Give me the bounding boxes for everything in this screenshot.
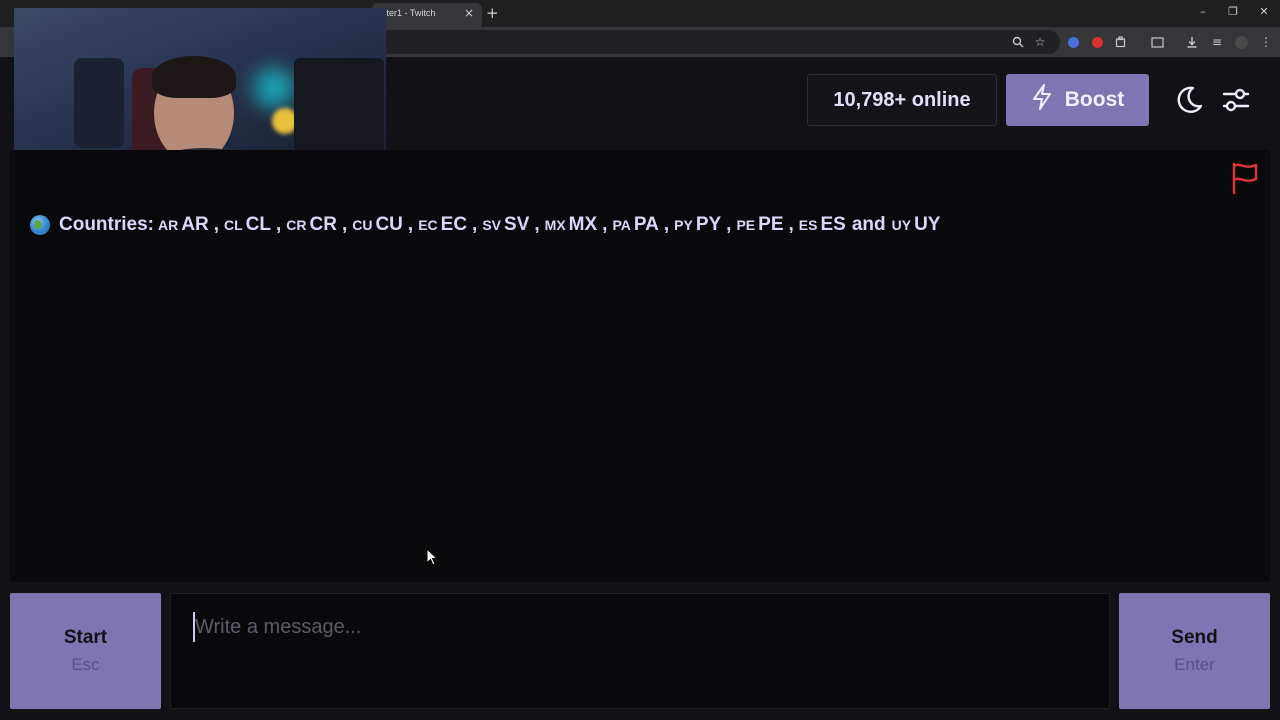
extension-icon[interactable]: [1065, 34, 1081, 50]
country-flag-icon: ES: [798, 217, 818, 233]
country-separator: ,: [726, 214, 732, 235]
puzzle-icon[interactable]: [1113, 34, 1129, 50]
country-code: AR: [181, 214, 209, 235]
country-flag-icon: PA: [612, 217, 631, 233]
lightning-icon: [1031, 84, 1053, 116]
country-flag-icon: CL: [223, 217, 243, 233]
boost-button[interactable]: Boost: [1006, 74, 1149, 126]
country-code: PA: [633, 214, 659, 235]
tab-title: ster1 - Twitch: [382, 8, 436, 18]
kebab-menu-icon[interactable]: ⋮: [1258, 34, 1274, 50]
country-flag-icon: CR: [286, 217, 307, 233]
minimize-button[interactable]: –: [1196, 5, 1210, 18]
online-count-text: 10,798+ online: [833, 88, 971, 111]
boost-label: Boost: [1064, 88, 1125, 111]
country-separator: ,: [213, 214, 219, 235]
country-item: PY PY: [674, 214, 721, 236]
country-flag-icon: AR: [158, 217, 179, 233]
send-button[interactable]: Send Enter: [1119, 593, 1270, 709]
country-code: PE: [758, 214, 784, 235]
country-code: SV: [504, 214, 530, 235]
country-flag-icon: PY: [674, 217, 693, 233]
country-item: ES ES: [799, 214, 846, 236]
online-count-badge: 10,798+ online: [807, 74, 997, 126]
new-tab-button[interactable]: +: [486, 4, 499, 22]
country-code: MX: [568, 214, 598, 235]
countries-label: Countries:: [59, 214, 154, 235]
country-item: AR AR: [158, 214, 209, 236]
send-label: Send: [1171, 627, 1218, 648]
moon-icon[interactable]: [1173, 84, 1205, 116]
send-shortcut: Enter: [1174, 655, 1215, 674]
country-separator: ,: [663, 214, 670, 235]
profile-avatar-icon[interactable]: [1233, 34, 1249, 50]
country-flag-icon: EC: [418, 217, 438, 233]
country-item: CL CL: [224, 214, 271, 236]
browser-tab[interactable]: ster1 - Twitch ×: [372, 3, 482, 27]
report-flag-icon[interactable]: [1230, 160, 1260, 196]
country-flag-icon: PE: [736, 217, 756, 233]
message-input[interactable]: [193, 612, 1073, 642]
country-code: CL: [245, 214, 271, 235]
country-code: ES: [820, 214, 846, 235]
chat-panel: Countries: AR AR, CL CL, CR CR, CU CU, EC EC, SV SV…: [10, 150, 1270, 582]
country-flag-icon: MX: [544, 217, 566, 233]
country-flag-icon: SV: [482, 217, 502, 233]
country-separator: ,: [788, 214, 794, 235]
country-list: AR AR, CL CL, CR CR, CU CU, EC EC, SV SV, MX MX, PA PA,…: [158, 214, 940, 236]
extension-icon[interactable]: [1089, 34, 1105, 50]
download-icon[interactable]: [1184, 34, 1200, 50]
zoom-icon[interactable]: [1010, 34, 1026, 50]
country-flag-icon: CU: [352, 217, 373, 233]
cast-icon[interactable]: [1149, 34, 1165, 50]
countries-line: Countries: AR AR, CL CL, CR CR, CU CU, EC EC, SV SV…: [30, 214, 940, 236]
country-separator: ,: [407, 214, 414, 235]
country-separator: ,: [275, 214, 282, 235]
start-shortcut: Esc: [71, 655, 100, 674]
globe-icon: [30, 215, 50, 235]
country-separator: ,: [534, 214, 540, 235]
start-label: Start: [63, 627, 108, 648]
country-flag-icon: UY: [891, 217, 912, 233]
media-icon[interactable]: ≡: [1209, 34, 1225, 50]
country-item: MX MX: [545, 214, 598, 236]
country-code: EC: [440, 214, 468, 235]
tab-close-icon[interactable]: ×: [464, 6, 474, 20]
country-separator: ,: [341, 214, 348, 235]
country-separator: ,: [602, 214, 608, 235]
country-item: CU CU: [352, 214, 403, 236]
country-item: UY UY: [892, 214, 941, 236]
message-box[interactable]: [170, 593, 1110, 709]
mouse-cursor-icon: [426, 548, 439, 566]
country-item: EC EC: [418, 214, 467, 236]
country-item: CR CR: [286, 214, 337, 236]
country-item: SV SV: [482, 214, 529, 236]
start-button[interactable]: Start Esc: [10, 593, 161, 709]
country-separator: ,: [472, 214, 478, 235]
country-code: UY: [914, 214, 941, 235]
bookmark-star-icon[interactable]: ☆: [1032, 34, 1048, 50]
sliders-icon[interactable]: [1220, 84, 1252, 116]
country-item: PE PE: [736, 214, 783, 236]
restore-button[interactable]: ❐: [1226, 5, 1240, 18]
close-window-button[interactable]: ✕: [1257, 5, 1271, 18]
country-item: PA PA: [612, 214, 658, 236]
country-code: CR: [309, 214, 337, 235]
country-code: CU: [375, 214, 403, 235]
country-code: PY: [695, 214, 722, 235]
country-conjunction: and: [851, 214, 886, 235]
